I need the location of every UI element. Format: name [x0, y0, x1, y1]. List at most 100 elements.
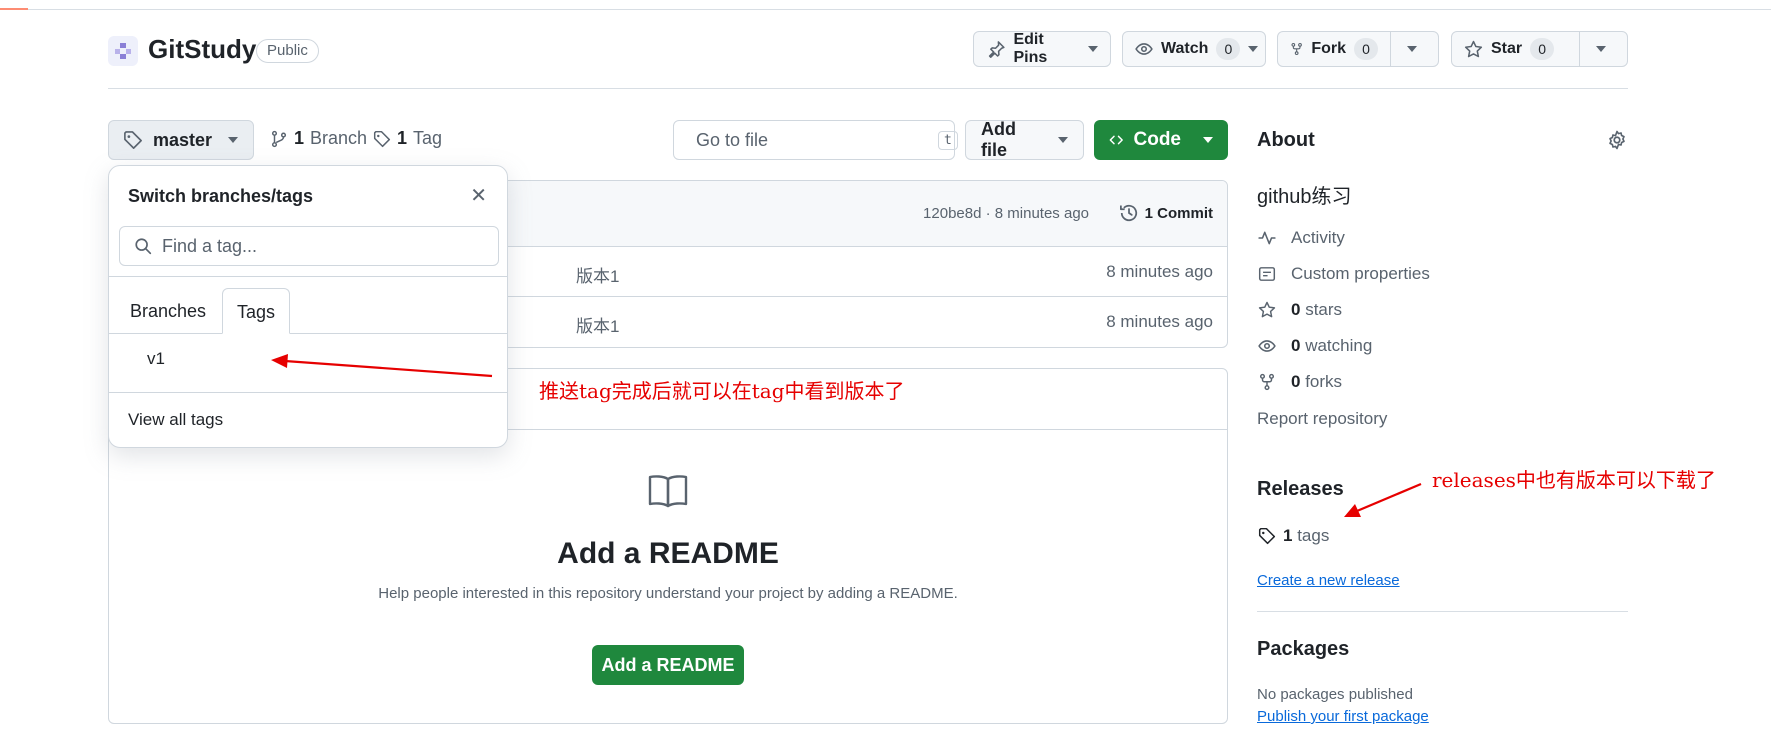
repo-description: github练习	[1257, 186, 1352, 208]
arrow-to-releases	[1356, 482, 1422, 513]
eye-icon	[1135, 43, 1153, 55]
commit-message-link[interactable]: 版本1	[576, 262, 619, 287]
fork-label: Fork	[1311, 40, 1346, 57]
chevron-down-icon	[1248, 46, 1259, 52]
commit-history-link[interactable]: 1 Commit	[1119, 203, 1213, 223]
repo-name-link[interactable]: GitStudy	[148, 34, 256, 65]
chevron-down-icon	[1088, 46, 1098, 52]
tab-tags[interactable]: Tags	[222, 288, 291, 334]
branch-select-button[interactable]: master	[108, 120, 254, 160]
book-icon	[648, 475, 688, 508]
tags-link[interactable]: 1 Tag	[373, 128, 442, 149]
search-icon	[135, 238, 152, 255]
tag-icon	[1258, 527, 1276, 545]
fork-icon	[1291, 42, 1302, 56]
releases-tags-link[interactable]: 1 tags	[1257, 526, 1329, 546]
tag-search-field[interactable]	[119, 226, 499, 266]
tabs-divider	[109, 333, 507, 334]
create-release-link[interactable]: Create a new release	[1257, 572, 1400, 589]
add-file-label: Add file	[981, 119, 1016, 160]
repo-avatar[interactable]	[108, 36, 138, 66]
stars-link[interactable]: 0 stars	[1257, 300, 1342, 320]
chevron-down-icon	[1596, 46, 1606, 52]
arrowhead	[1344, 504, 1361, 517]
eye-icon	[1258, 340, 1276, 352]
activity-link[interactable]: Activity	[1257, 228, 1345, 248]
watch-button[interactable]: Watch 0	[1122, 31, 1266, 67]
edit-pins-label: Edit Pins	[1013, 31, 1048, 66]
popover-divider	[109, 392, 507, 393]
keyboard-shortcut-hint: t	[938, 130, 958, 150]
star-count: 0	[1530, 38, 1555, 60]
edit-pins-button[interactable]: Edit Pins	[973, 31, 1111, 67]
watching-link[interactable]: 0 watching	[1257, 336, 1372, 356]
fork-button[interactable]: Fork 0	[1277, 31, 1439, 67]
releases-tag-label: tags	[1297, 526, 1330, 545]
close-icon[interactable]: ✕	[470, 186, 487, 206]
code-label: Code	[1133, 129, 1182, 150]
packages-heading[interactable]: Packages	[1257, 638, 1349, 661]
tag-icon	[373, 130, 391, 147]
chevron-down-icon	[228, 137, 239, 143]
gear-icon[interactable]	[1607, 130, 1627, 150]
commit-age: 8 minutes ago	[1106, 262, 1213, 281]
forks-link[interactable]: 0 forks	[1257, 372, 1342, 392]
branch-icon	[271, 130, 287, 147]
add-readme-button[interactable]: Add a README	[592, 645, 744, 685]
annotation-release-note: releases中也有版本可以下载了	[1432, 468, 1716, 492]
branch-name: master	[153, 129, 213, 150]
history-icon	[1119, 204, 1137, 222]
no-packages-text: No packages published	[1257, 686, 1413, 703]
tag-icon	[124, 131, 142, 149]
commit-count: 1 Commit	[1144, 204, 1213, 222]
releases-heading[interactable]: Releases	[1257, 478, 1344, 501]
fork-icon	[1259, 373, 1275, 391]
branch-count-label: Branch	[310, 128, 368, 148]
star-icon	[1464, 40, 1483, 57]
visibility-badge: Public	[256, 39, 319, 63]
star-icon	[1258, 301, 1276, 318]
publish-package-link[interactable]: Publish your first package	[1257, 708, 1429, 725]
tag-count: 1	[397, 128, 408, 148]
branch-tag-tabs: Branches Tags	[109, 288, 507, 334]
commit-message-link[interactable]: 版本1	[576, 312, 619, 337]
releases-tag-count: 1	[1283, 526, 1293, 545]
popover-divider	[109, 276, 507, 277]
popover-title: Switch branches/tags	[128, 186, 314, 206]
tag-search-input[interactable]	[162, 235, 484, 257]
activity-label: Activity	[1291, 228, 1345, 247]
stars-label: stars	[1305, 300, 1343, 319]
star-dropdown-button[interactable]	[1579, 32, 1622, 66]
branches-link[interactable]: 1 Branch	[270, 128, 367, 149]
fork-dropdown-button[interactable]	[1390, 32, 1433, 66]
go-to-file-input[interactable]	[696, 129, 928, 151]
view-all-tags-link[interactable]: View all tags	[128, 410, 223, 430]
report-repository-link[interactable]: Report repository	[1257, 409, 1387, 429]
header-divider	[108, 88, 1628, 89]
top-nav-border	[0, 0, 1771, 10]
forks-count: 0	[1291, 372, 1301, 391]
note-icon	[1258, 267, 1276, 281]
tab-branches[interactable]: Branches	[116, 288, 220, 334]
go-to-file-search[interactable]: t	[673, 120, 958, 160]
latest-commit-info[interactable]: 120be8d · 8 minutes ago	[923, 205, 1089, 222]
annotation-tag-note: 推送tag完成后就可以在tag中看到版本了	[539, 379, 905, 403]
code-button[interactable]: Code	[1094, 120, 1228, 160]
star-button[interactable]: Star 0	[1451, 31, 1628, 67]
tag-item-v1[interactable]: v1	[147, 349, 165, 369]
branch-count: 1	[294, 128, 305, 148]
custom-properties-link[interactable]: Custom properties	[1257, 264, 1430, 284]
pin-icon	[988, 41, 1005, 58]
fork-count: 0	[1354, 38, 1378, 60]
star-label: Star	[1491, 40, 1523, 57]
pulse-icon	[1258, 231, 1276, 245]
add-file-button[interactable]: Add file	[965, 119, 1084, 160]
branch-tag-switcher-popover: Switch branches/tags ✕ Branches Tags v1 …	[108, 165, 508, 448]
readme-heading: Add a README	[557, 537, 779, 570]
chevron-down-icon	[1203, 137, 1213, 143]
chevron-down-icon	[1407, 46, 1417, 52]
forks-label: forks	[1305, 372, 1343, 391]
code-icon	[1109, 135, 1123, 145]
repo-identicon-icon	[115, 43, 131, 59]
watching-label: watching	[1305, 336, 1373, 355]
